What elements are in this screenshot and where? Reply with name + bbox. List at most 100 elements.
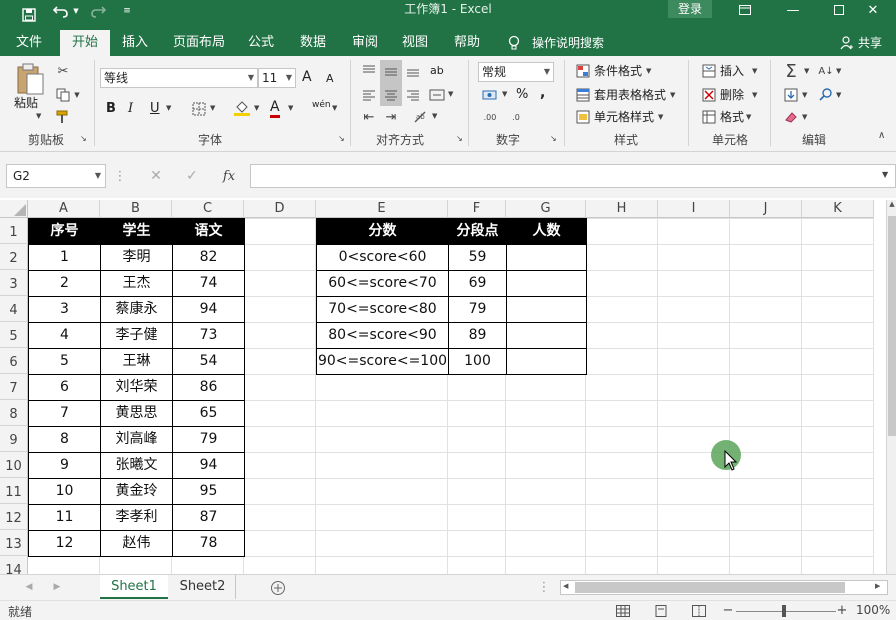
table-cell[interactable]: 4 xyxy=(28,322,101,349)
table-cell[interactable]: 蔡康永 xyxy=(100,296,173,323)
row-header-14[interactable]: 14 xyxy=(0,556,28,574)
merge-dropdown-icon[interactable]: ▼ xyxy=(448,90,453,98)
paste-label[interactable]: 粘贴 xyxy=(14,94,38,112)
fill-dropdown-icon[interactable]: ▼ xyxy=(802,91,807,99)
table-header-cell[interactable]: 人数 xyxy=(506,218,587,245)
table-cell[interactable] xyxy=(506,244,587,271)
format-cells-icon[interactable] xyxy=(700,108,718,126)
table-cell[interactable]: 12 xyxy=(28,530,101,557)
find-icon[interactable] xyxy=(816,86,836,104)
column-header-k[interactable]: K xyxy=(802,200,874,218)
table-cell[interactable]: 100 xyxy=(448,348,507,375)
row-header-12[interactable]: 12 xyxy=(0,504,28,530)
phonetic-guide-icon[interactable]: wén xyxy=(312,96,331,114)
orientation-dropdown-icon[interactable]: ▼ xyxy=(432,112,437,120)
insert-cells-icon[interactable] xyxy=(700,62,718,80)
page-break-view-icon[interactable] xyxy=(690,603,708,619)
increase-decimal-icon[interactable]: .00 xyxy=(480,108,500,126)
row-header-4[interactable]: 4 xyxy=(0,296,28,322)
format-as-table-button[interactable]: 套用表格格式 xyxy=(594,86,666,104)
column-header-g[interactable]: G xyxy=(506,200,586,218)
vertical-scroll-thumb[interactable] xyxy=(888,216,896,436)
decrease-indent-icon[interactable]: ⇤ xyxy=(360,108,378,126)
select-all-corner[interactable] xyxy=(0,200,28,218)
column-header-f[interactable]: F xyxy=(448,200,506,218)
collapse-ribbon-icon[interactable]: ∧ xyxy=(878,130,885,141)
split-grip-icon[interactable]: ⋮ xyxy=(538,579,551,595)
fill-color-icon[interactable] xyxy=(232,98,252,118)
table-cell[interactable]: 94 xyxy=(172,452,245,479)
borders-dropdown-icon[interactable]: ▼ xyxy=(210,104,215,112)
horizontal-scroll-thumb[interactable] xyxy=(575,582,845,593)
row-header-8[interactable]: 8 xyxy=(0,400,28,426)
find-dropdown-icon[interactable]: ▼ xyxy=(836,91,841,99)
row-header-2[interactable]: 2 xyxy=(0,244,28,270)
table-cell[interactable] xyxy=(506,322,587,349)
table-cell[interactable]: 59 xyxy=(448,244,507,271)
cell-styles-dropdown-icon[interactable]: ▼ xyxy=(658,113,663,121)
column-header-a[interactable]: A xyxy=(28,200,100,218)
column-header-e[interactable]: E xyxy=(316,200,448,218)
italic-button[interactable]: I xyxy=(128,100,133,118)
table-cell[interactable]: 82 xyxy=(172,244,245,271)
table-cell[interactable]: 70<=score<80 xyxy=(316,296,449,323)
align-right-icon[interactable] xyxy=(404,86,422,104)
shrink-font-icon[interactable]: A xyxy=(326,70,334,88)
scroll-right-icon[interactable]: ▶ xyxy=(875,582,885,594)
borders-icon[interactable] xyxy=(190,100,208,118)
table-cell[interactable]: 79 xyxy=(448,296,507,323)
prev-sheet-icon[interactable]: ◀ xyxy=(22,579,36,595)
column-header-i[interactable]: I xyxy=(658,200,730,218)
tab-help[interactable]: 帮助 xyxy=(446,30,488,56)
column-header-j[interactable]: J xyxy=(730,200,802,218)
paste-dropdown-icon[interactable]: ▼ xyxy=(36,112,41,120)
table-cell[interactable]: 李明 xyxy=(100,244,173,271)
column-header-h[interactable]: H xyxy=(586,200,658,218)
next-sheet-icon[interactable]: ▶ xyxy=(50,579,64,595)
cut-icon[interactable]: ✂ xyxy=(54,62,72,80)
align-bottom-icon[interactable] xyxy=(404,62,422,80)
vertical-scrollbar[interactable]: ▲ xyxy=(886,200,896,574)
decrease-decimal-icon[interactable]: .0 xyxy=(506,108,526,126)
table-cell[interactable]: 74 xyxy=(172,270,245,297)
page-layout-view-icon[interactable] xyxy=(652,603,670,619)
insert-function-icon[interactable]: fx xyxy=(218,166,240,186)
sheet-tab-sheet2[interactable]: Sheet2 xyxy=(170,575,236,599)
tab-home[interactable]: 开始 xyxy=(60,30,110,56)
table-cell[interactable] xyxy=(506,270,587,297)
copy-dropdown-icon[interactable]: ▼ xyxy=(72,86,82,104)
table-cell[interactable]: 6 xyxy=(28,374,101,401)
table-cell[interactable]: 86 xyxy=(172,374,245,401)
table-cell[interactable]: 10 xyxy=(28,478,101,505)
table-cell[interactable]: 7 xyxy=(28,400,101,427)
font-size-select[interactable]: 11 ▼ xyxy=(258,68,296,88)
tab-file[interactable]: 文件 xyxy=(8,30,50,56)
table-dropdown-icon[interactable]: ▼ xyxy=(670,91,675,99)
underline-dropdown-icon[interactable]: ▼ xyxy=(166,104,171,112)
table-cell[interactable]: 刘高峰 xyxy=(100,426,173,453)
sort-filter-icon[interactable]: A↓ xyxy=(816,62,836,80)
table-cell[interactable]: 94 xyxy=(172,296,245,323)
insert-dropdown-icon[interactable]: ▼ xyxy=(752,67,757,75)
copy-icon[interactable] xyxy=(54,86,72,104)
formula-input[interactable] xyxy=(250,164,896,188)
fill-color-dropdown-icon[interactable]: ▼ xyxy=(254,104,259,112)
row-header-9[interactable]: 9 xyxy=(0,426,28,452)
cond-dropdown-icon[interactable]: ▼ xyxy=(646,67,651,75)
font-color-icon[interactable]: A xyxy=(270,99,280,118)
column-header-b[interactable]: B xyxy=(100,200,172,218)
table-cell[interactable]: 李子健 xyxy=(100,322,173,349)
underline-button[interactable]: U xyxy=(150,100,160,118)
table-cell[interactable]: 李孝利 xyxy=(100,504,173,531)
table-cell[interactable]: 90<=score<=100 xyxy=(316,348,449,375)
table-header-cell[interactable]: 分段点 xyxy=(448,218,507,245)
clipboard-launcher-icon[interactable]: ↘ xyxy=(80,134,87,143)
delete-cells-icon[interactable] xyxy=(700,86,718,104)
tab-data[interactable]: 数据 xyxy=(292,30,334,56)
table-cell[interactable] xyxy=(506,348,587,375)
sort-dropdown-icon[interactable]: ▼ xyxy=(836,67,841,75)
table-cell[interactable]: 刘华荣 xyxy=(100,374,173,401)
align-middle-icon[interactable] xyxy=(380,60,402,84)
horizontal-scrollbar[interactable]: ◀ ▶ xyxy=(560,580,888,595)
grow-font-icon[interactable]: A xyxy=(302,68,312,86)
